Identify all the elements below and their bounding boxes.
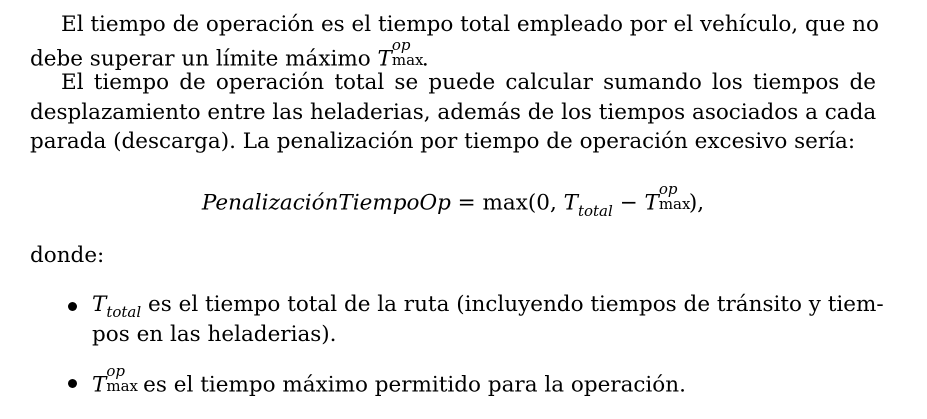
para2-line1: El tiempo de operación total se puede ca… [61, 70, 876, 95]
donde-label: donde: [30, 243, 105, 268]
para1-line2-text: debe superar un límite máximo [30, 46, 378, 72]
bullet-1-text-line1: es el tiempo total de la ruta (incluyend… [141, 292, 884, 317]
equation-t-total-subscript: total [577, 201, 613, 220]
t-max-op-symbol: T [377, 46, 392, 72]
equation-lhs: PenalizaciónTiempoOp [201, 190, 451, 216]
equation-close: ), [688, 190, 705, 216]
equation-open: (0, [527, 190, 564, 216]
para2-line3: parada (descarga). La penalización por t… [30, 129, 856, 154]
penalty-equation: PenalizaciónTiempoOp = max(0, Ttotal − T… [30, 182, 876, 219]
equation-t-max-subscript: max [658, 195, 691, 213]
bullet-1-symbol: T [92, 292, 107, 317]
equation-t-max-symbol: T [644, 190, 659, 216]
equation-t-total-symbol: T [563, 190, 578, 216]
equation-t-max-scripts: op max [658, 182, 691, 213]
bullet-2-symbol: T [92, 372, 107, 398]
equation-equals: = [450, 190, 483, 216]
bullet-1-line2: pos en las heladerias). [92, 322, 337, 347]
bullet-dot-2 [68, 379, 77, 388]
bullet-1-line1: Ttotal es el tiempo total de la ruta (in… [92, 292, 884, 320]
para2-line2: desplazamiento entre las heladerias, ade… [30, 100, 877, 125]
equation-max-function: max [482, 190, 528, 216]
bullet-1-subscript: total [106, 303, 142, 321]
bullet-dot-1 [68, 302, 77, 311]
t-max-op-scripts: op max [391, 38, 424, 69]
equation-minus: − [612, 190, 645, 216]
para1-line2: debe superar un límite máximo Top max. [30, 38, 429, 72]
para1-line1: El tiempo de operación es el tiempo tota… [61, 12, 879, 37]
bullet-2-subscript: max [106, 377, 138, 395]
bullet-2-scripts: op max [106, 364, 138, 395]
bullet-2-line1: Top max es el tiempo máximo permitido par… [92, 364, 876, 398]
bullet-2-text-line1: es el tiempo máximo permitido para la op… [136, 372, 686, 398]
t-max-op-subscript: max [391, 51, 424, 69]
